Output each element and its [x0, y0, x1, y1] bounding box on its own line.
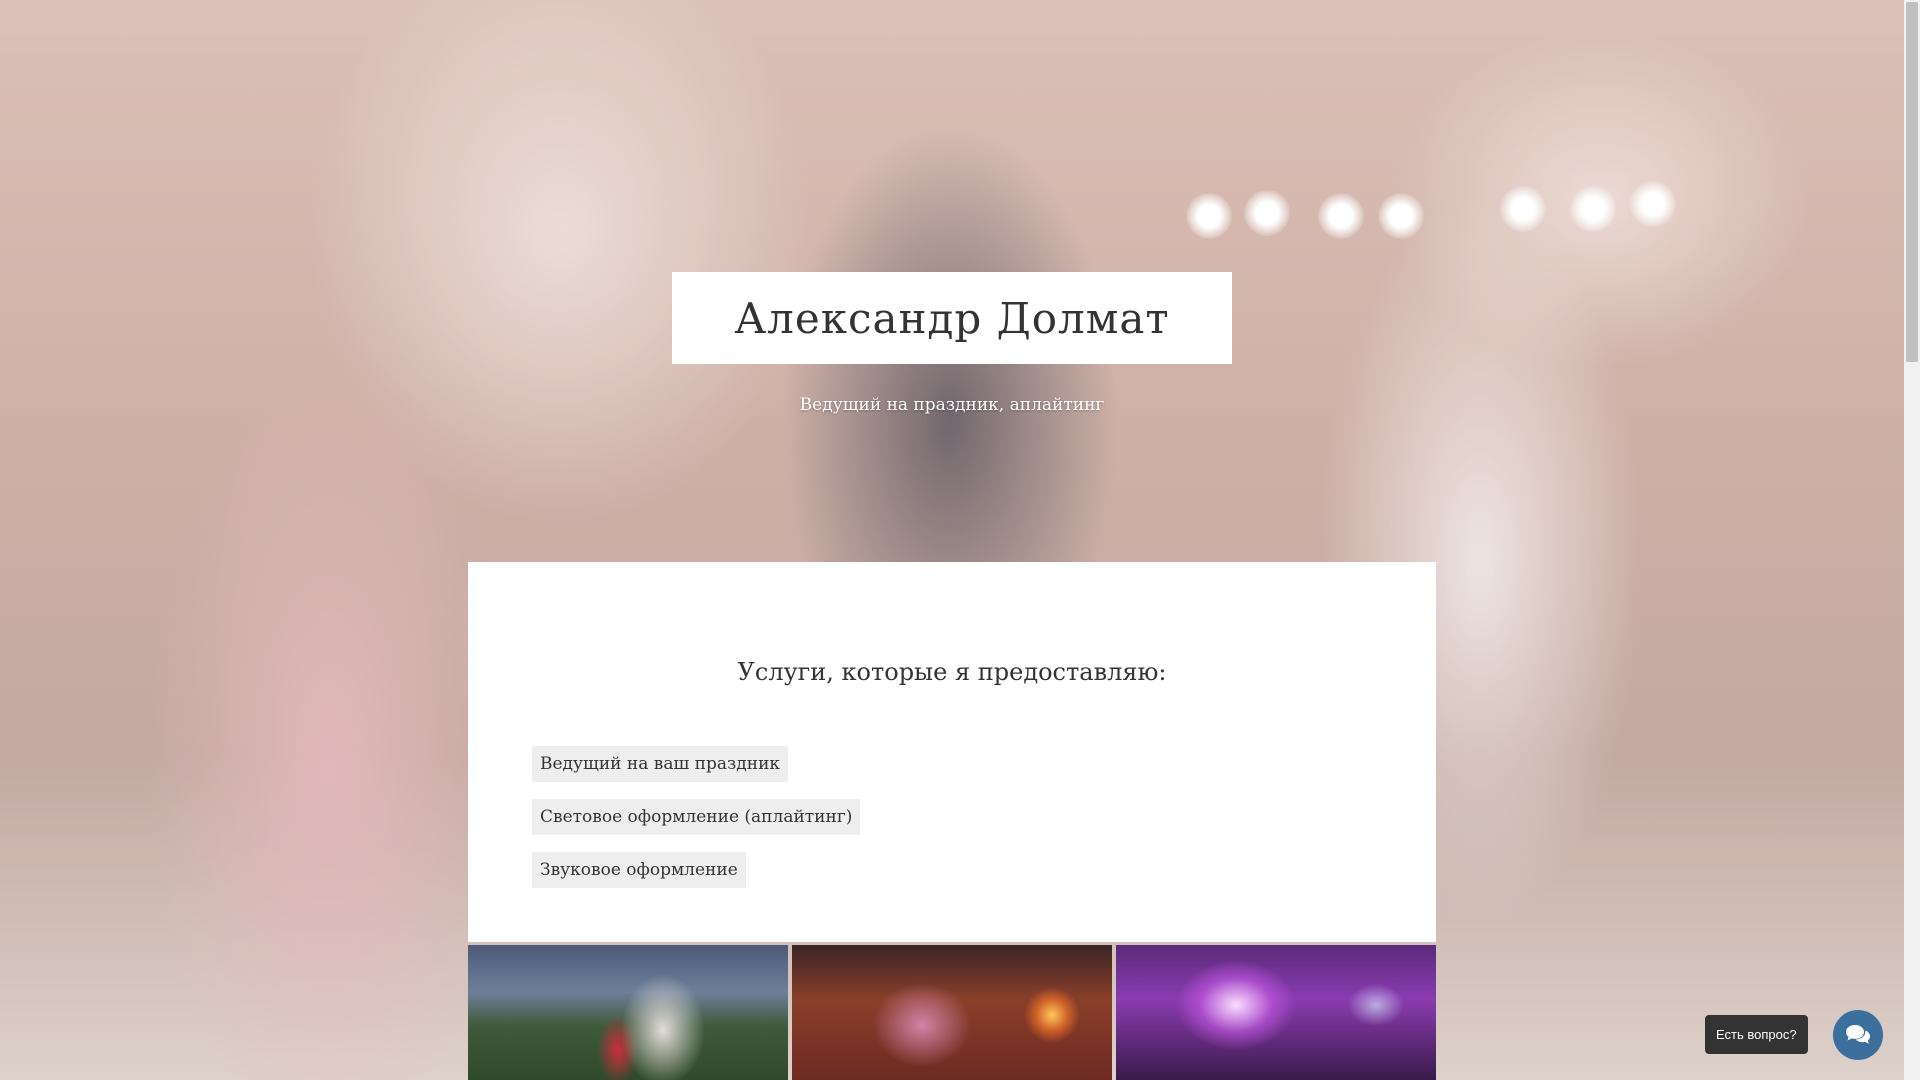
service-tag-sound[interactable]: Звуковое оформление	[532, 852, 746, 888]
services-list: Ведущий на ваш праздник Световое оформле…	[532, 746, 861, 905]
page-scrollbar[interactable]	[1904, 0, 1920, 1080]
stage-light	[1186, 193, 1232, 239]
hero-subtitle: Ведущий на праздник, аплайтинг	[799, 395, 1105, 415]
stage-light	[1630, 181, 1676, 227]
stage-light	[1500, 186, 1546, 232]
stage-light	[1318, 193, 1364, 239]
services-heading: Услуги, которые я предоставляю:	[737, 658, 1167, 686]
services-section: Услуги, которые я предоставляю: Ведущий …	[468, 562, 1436, 942]
chat-tooltip[interactable]: Есть вопрос?	[1705, 1015, 1808, 1054]
page-title: Александр Долмат	[734, 293, 1170, 343]
stage-light	[1244, 190, 1290, 236]
service-tag-uplighting[interactable]: Световое оформление (аплайтинг)	[532, 799, 861, 835]
chat-bubbles-icon	[1846, 1025, 1870, 1044]
photo-gallery	[468, 945, 1436, 1080]
scrollbar-thumb[interactable]	[1906, 2, 1918, 362]
gallery-photo-dance-party[interactable]	[1116, 945, 1436, 1080]
service-tag-host[interactable]: Ведущий на ваш праздник	[532, 746, 789, 782]
hero-title-box: Александр Долмат	[672, 272, 1232, 364]
gallery-photo-hall-lighting[interactable]	[792, 945, 1112, 1080]
gallery-photo-outdoor-ceremony[interactable]	[468, 945, 788, 1080]
chat-button[interactable]	[1833, 1010, 1883, 1060]
stage-light	[1378, 193, 1424, 239]
stage-light	[1570, 186, 1616, 232]
